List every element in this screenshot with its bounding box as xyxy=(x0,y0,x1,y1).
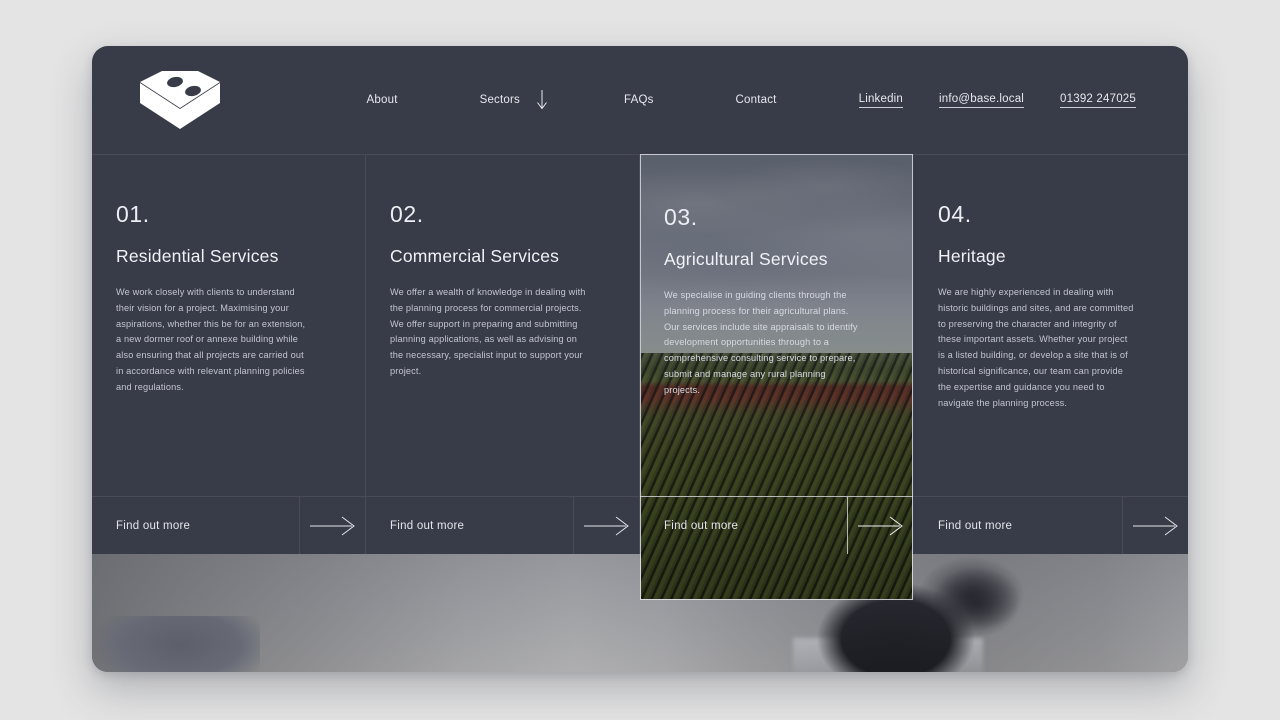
service-card-number: 02. xyxy=(390,201,424,227)
screen: About Sectors FAQs Contact Linkedin info… xyxy=(0,0,1280,720)
service-card-residential[interactable]: 01. Residential Services We work closely… xyxy=(92,155,366,554)
service-card-number: 03. xyxy=(664,204,698,230)
service-card-footer: Find out more xyxy=(366,496,639,554)
service-card-body: 02. Commercial Services We offer a wealt… xyxy=(366,155,639,496)
service-card-agricultural[interactable]: 03. Agricultural Services We specialise … xyxy=(640,154,914,600)
service-card-number: 01. xyxy=(116,201,150,227)
service-card-title: Agricultural Services xyxy=(664,249,828,269)
find-out-more-link[interactable]: Find out more xyxy=(92,497,299,554)
arrow-right-icon xyxy=(583,516,629,535)
service-card-body: 01. Residential Services We work closely… xyxy=(92,155,365,496)
find-out-more-arrow-button[interactable] xyxy=(847,497,913,554)
nav-item-sectors[interactable]: Sectors xyxy=(480,88,548,112)
service-card-commercial[interactable]: 02. Commercial Services We offer a wealt… xyxy=(366,155,640,554)
arrow-right-icon xyxy=(857,516,903,535)
service-card-title: Heritage xyxy=(938,246,1006,266)
linkedin-link[interactable]: Linkedin xyxy=(858,93,904,108)
site-header: About Sectors FAQs Contact Linkedin info… xyxy=(92,46,1188,154)
service-card-description: We are highly experienced in dealing wit… xyxy=(938,287,1134,408)
find-out-more-arrow-button[interactable] xyxy=(573,497,639,554)
service-card-footer: Find out more xyxy=(914,496,1188,554)
nav-item-faqs[interactable]: FAQs xyxy=(624,94,654,106)
email-link[interactable]: info@base.local xyxy=(939,93,1025,108)
service-card-description: We specialise in guiding clients through… xyxy=(664,290,858,395)
find-out-more-arrow-button[interactable] xyxy=(1122,497,1188,554)
browser-window: About Sectors FAQs Contact Linkedin info… xyxy=(92,46,1188,672)
service-card-title: Residential Services xyxy=(116,246,279,266)
find-out-more-link[interactable]: Find out more xyxy=(640,497,847,554)
service-card-description: We work closely with clients to understa… xyxy=(116,287,306,392)
header-contact-links: Linkedin info@base.local 01392 247025 xyxy=(858,93,1136,108)
main-navigation: About Sectors FAQs Contact Linkedin info… xyxy=(367,88,1136,112)
find-out-more-link[interactable]: Find out more xyxy=(914,497,1122,554)
service-card-description: We offer a wealth of knowledge in dealin… xyxy=(390,287,586,377)
service-card-footer: Find out more xyxy=(92,496,365,554)
arrow-right-icon xyxy=(1132,516,1178,535)
service-card-footer: Find out more xyxy=(640,496,913,554)
service-card-body: 03. Agricultural Services We specialise … xyxy=(640,154,913,496)
services-grid: 01. Residential Services We work closely… xyxy=(92,154,1188,600)
nav-item-contact[interactable]: Contact xyxy=(736,94,777,106)
arrow-right-icon xyxy=(309,516,355,535)
nav-item-sectors-label: Sectors xyxy=(479,94,520,106)
base-logo[interactable] xyxy=(138,69,222,131)
service-card-heritage[interactable]: 04. Heritage We are highly experienced i… xyxy=(914,155,1188,554)
service-card-title: Commercial Services xyxy=(390,246,560,266)
arrow-down-icon xyxy=(537,90,547,110)
service-card-body: 04. Heritage We are highly experienced i… xyxy=(914,155,1188,496)
service-card-number: 04. xyxy=(938,201,972,227)
find-out-more-link[interactable]: Find out more xyxy=(366,497,573,554)
find-out-more-arrow-button[interactable] xyxy=(299,497,365,554)
phone-link[interactable]: 01392 247025 xyxy=(1060,93,1136,108)
nav-item-about[interactable]: About xyxy=(367,94,398,106)
